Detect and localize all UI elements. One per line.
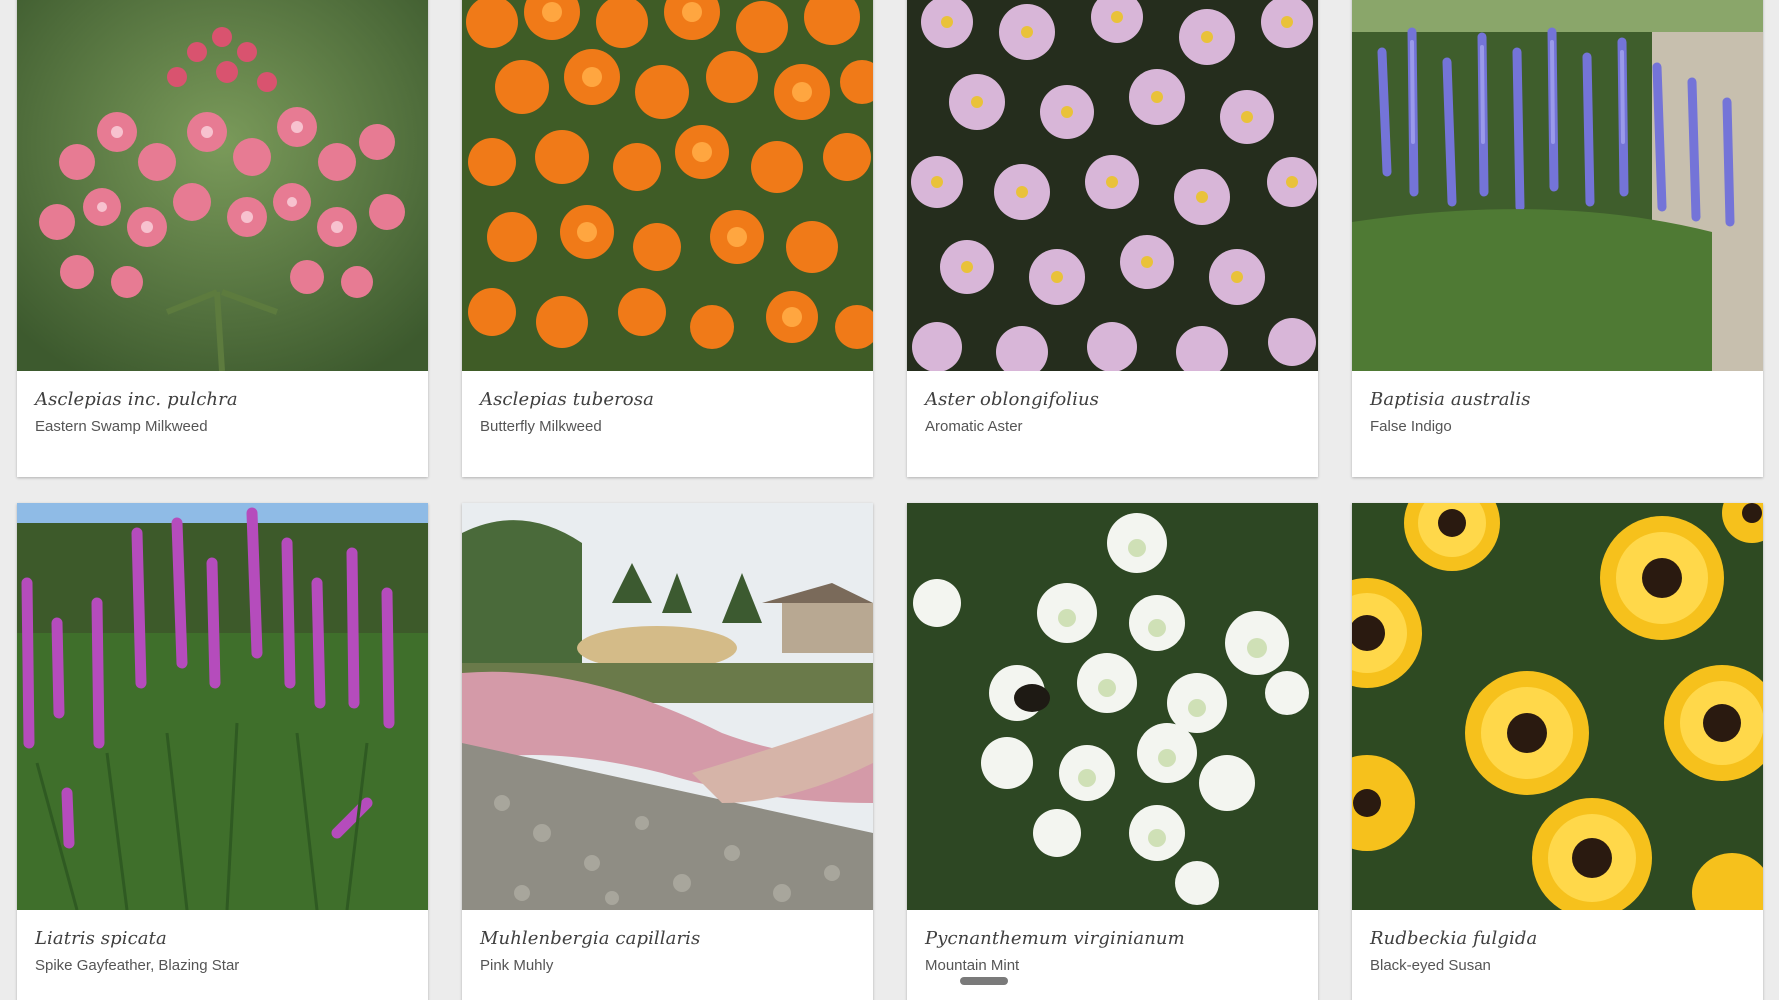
scientific-name: Muhlenbergia capillaris xyxy=(480,928,701,949)
plant-caption: Muhlenbergia capillaris Pink Muhly xyxy=(462,910,873,974)
plant-card[interactable]: Rudbeckia fulgida Black-eyed Susan xyxy=(1352,503,1763,1000)
common-name: Mountain Mint xyxy=(925,957,1020,974)
plant-gallery-grid: Asclepias inc. pulchra Eastern Swamp Mil… xyxy=(0,0,1779,1000)
plant-photo xyxy=(1352,0,1763,371)
pink-milkweed-flowers-photo-icon xyxy=(17,0,428,371)
plant-caption: Liatris spicata Spike Gayfeather, Blazin… xyxy=(17,910,428,974)
plant-card[interactable]: Baptisia australis False Indigo xyxy=(1352,0,1763,477)
common-name: Pink Muhly xyxy=(480,957,554,974)
plant-photo xyxy=(907,0,1318,371)
scientific-name: Asclepias tuberosa xyxy=(480,389,654,410)
yellow-black-eyed-susan-photo-icon xyxy=(1352,503,1763,910)
plant-photo xyxy=(17,503,428,910)
plant-caption: Pycnanthemum virginianum Mountain Mint xyxy=(907,910,1318,974)
scientific-name: Rudbeckia fulgida xyxy=(1370,928,1538,949)
plant-caption: Aster oblongifolius Aromatic Aster xyxy=(907,371,1318,435)
plant-photo xyxy=(907,503,1318,910)
plant-card[interactable]: Aster oblongifolius Aromatic Aster xyxy=(907,0,1318,477)
plant-caption: Rudbeckia fulgida Black-eyed Susan xyxy=(1352,910,1763,974)
plant-photo xyxy=(462,0,873,371)
plant-card[interactable]: Pycnanthemum virginianum Mountain Mint xyxy=(907,503,1318,1000)
white-mountain-mint-flowers-photo-icon xyxy=(907,503,1318,910)
common-name: Butterfly Milkweed xyxy=(480,418,602,435)
scientific-name: Liatris spicata xyxy=(35,928,167,949)
common-name: Spike Gayfeather, Blazing Star xyxy=(35,957,240,974)
orange-milkweed-flowers-photo-icon xyxy=(462,0,873,371)
common-name: Black-eyed Susan xyxy=(1370,957,1491,974)
scroll-handle[interactable] xyxy=(960,977,1008,985)
scientific-name: Baptisia australis xyxy=(1370,389,1531,410)
plant-caption: Baptisia australis False Indigo xyxy=(1352,371,1763,435)
scientific-name: Asclepias inc. pulchra xyxy=(35,389,238,410)
common-name: Aromatic Aster xyxy=(925,418,1023,435)
common-name: False Indigo xyxy=(1370,418,1452,435)
scientific-name: Aster oblongifolius xyxy=(925,389,1100,410)
scientific-name: Pycnanthemum virginianum xyxy=(925,928,1185,949)
blue-indigo-flowers-photo-icon xyxy=(1352,0,1763,371)
pink-muhly-grass-landscape-photo-icon xyxy=(462,503,873,910)
plant-photo xyxy=(17,0,428,371)
lavender-aster-flowers-photo-icon xyxy=(907,0,1318,371)
plant-photo xyxy=(1352,503,1763,910)
plant-card[interactable]: Asclepias inc. pulchra Eastern Swamp Mil… xyxy=(17,0,428,477)
plant-card[interactable]: Asclepias tuberosa Butterfly Milkweed xyxy=(462,0,873,477)
plant-caption: Asclepias inc. pulchra Eastern Swamp Mil… xyxy=(17,371,428,435)
purple-liatris-spikes-photo-icon xyxy=(17,503,428,910)
plant-caption: Asclepias tuberosa Butterfly Milkweed xyxy=(462,371,873,435)
common-name: Eastern Swamp Milkweed xyxy=(35,418,208,435)
plant-photo xyxy=(462,503,873,910)
plant-card[interactable]: Liatris spicata Spike Gayfeather, Blazin… xyxy=(17,503,428,1000)
plant-card[interactable]: Muhlenbergia capillaris Pink Muhly xyxy=(462,503,873,1000)
